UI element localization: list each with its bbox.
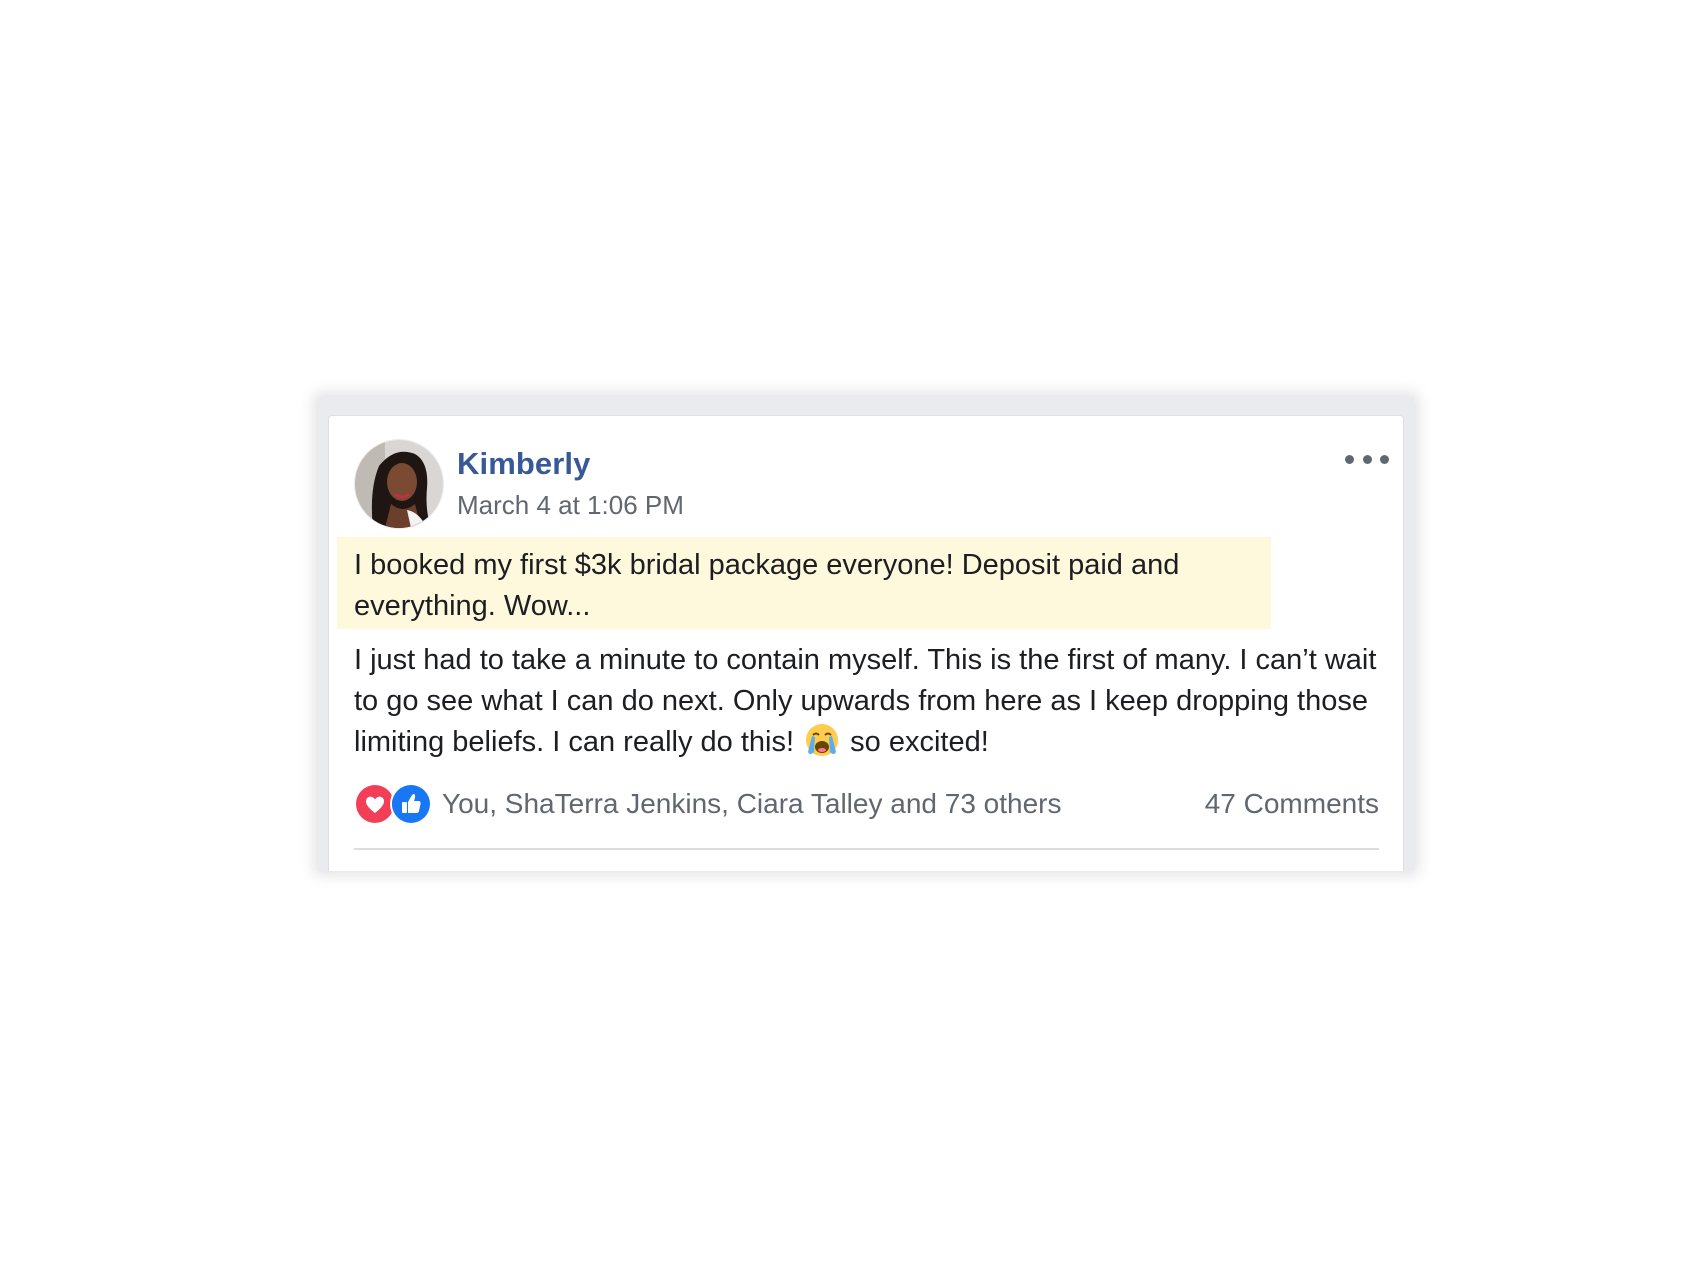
post-frame: Kimberly March 4 at 1:06 PM I booked my … (318, 397, 1414, 871)
author-name-link[interactable]: Kimberly (457, 446, 590, 482)
reactions-summary[interactable]: You, ShaTerra Jenkins, Ciara Talley and … (354, 783, 1062, 825)
like-reaction-icon (390, 783, 432, 825)
more-dot-icon (1345, 454, 1354, 464)
more-dot-icon (1362, 454, 1372, 464)
post-card: Kimberly March 4 at 1:06 PM I booked my … (328, 415, 1404, 871)
more-dot-icon (1380, 454, 1389, 464)
loudly-crying-face-icon (804, 722, 840, 758)
highlighted-post-text: I booked my first $3k bridal package eve… (337, 537, 1271, 629)
divider (354, 848, 1379, 850)
more-options-button[interactable] (1345, 448, 1389, 470)
comments-count-link[interactable]: 47 Comments (1205, 788, 1379, 820)
post-body: I just had to take a minute to contain m… (354, 640, 1394, 763)
post-timestamp[interactable]: March 4 at 1:06 PM (457, 490, 684, 521)
post-body-text-end: so excited! (850, 726, 989, 758)
avatar[interactable] (354, 439, 444, 529)
reaction-names-link[interactable]: You, ShaTerra Jenkins, Ciara Talley and … (442, 788, 1062, 820)
